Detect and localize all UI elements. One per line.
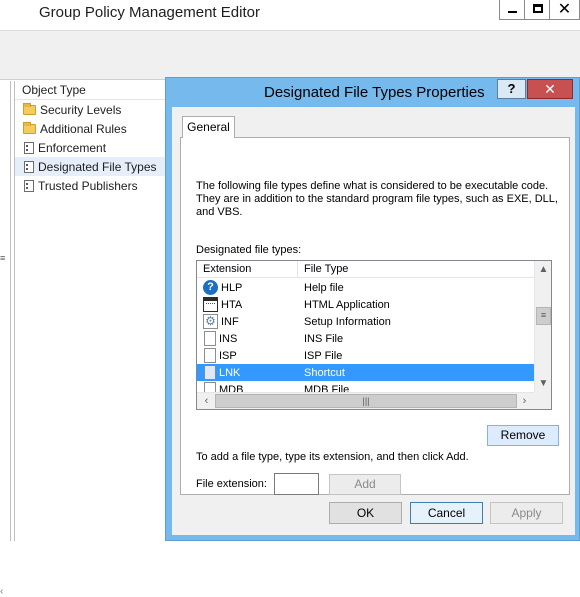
row-file-type: Help file <box>304 281 344 294</box>
row-file-type: HTML Application <box>304 298 390 311</box>
apply-button[interactable]: Apply <box>490 502 563 524</box>
folder-icon <box>23 121 36 134</box>
cancel-button[interactable]: Cancel <box>410 502 483 524</box>
list-item-label: Enforcement <box>38 140 107 155</box>
maximize-icon <box>533 4 543 13</box>
file-extension-label: File extension: <box>196 478 267 490</box>
column-header-file-type[interactable]: File Type <box>298 261 348 277</box>
tab-panel-general: The following file types define what is … <box>180 137 570 495</box>
window-controls: ✕ <box>499 0 580 20</box>
description-text: The following file types define what is … <box>196 180 558 218</box>
list-item-label: Security Levels <box>40 102 122 117</box>
row-extension: LNK <box>219 366 241 379</box>
file-types-listview[interactable]: Extension File Type ? HLP Help file HTA H… <box>196 260 552 410</box>
row-extension: INF <box>221 315 239 328</box>
row-extension: HTA <box>221 298 243 311</box>
horizontal-scroll-thumb[interactable]: ||| <box>215 394 517 408</box>
list-item-enforcement[interactable]: Enforcement <box>15 138 167 157</box>
pane-splitter-grip-icon[interactable]: ≡ <box>0 253 5 263</box>
scroll-right-icon[interactable]: › <box>517 393 532 409</box>
main-titlebar: Group Policy Management Editor ✕ <box>0 0 580 30</box>
column-header-object-type[interactable]: Object Type <box>15 81 167 100</box>
row-file-type: ISP File <box>304 349 343 362</box>
vertical-scroll-thumb[interactable]: ≡ <box>536 307 551 325</box>
toolbar-area <box>0 30 580 80</box>
dialog-title: Designated File Types Properties <box>264 84 485 101</box>
list-item-trusted-publishers[interactable]: Trusted Publishers <box>15 176 167 195</box>
row-extension: INS <box>219 332 238 345</box>
list-item-label: Trusted Publishers <box>38 178 138 193</box>
minimize-icon <box>508 11 517 13</box>
table-row[interactable]: HTA HTML Application <box>197 296 534 313</box>
add-button[interactable]: Add <box>329 474 401 495</box>
dialog-close-button[interactable]: ✕ <box>527 79 573 99</box>
ok-button[interactable]: OK <box>329 502 402 524</box>
blank-file-icon <box>204 331 216 346</box>
dialog-client-area: General The following file types define … <box>172 107 575 535</box>
list-item-additional-rules[interactable]: Additional Rules <box>15 119 167 138</box>
scroll-left-icon[interactable]: ‹ <box>199 393 214 409</box>
window-title: Group Policy Management Editor <box>39 4 260 21</box>
table-row[interactable]: INS INS File <box>197 330 534 347</box>
list-rows: ? HLP Help file HTA HTML Application ⚙ INF… <box>197 279 534 398</box>
blank-file-icon <box>204 348 216 363</box>
table-row[interactable]: ? HLP Help file <box>197 279 534 296</box>
list-item-label: Designated File Types <box>38 159 157 174</box>
table-row-selected[interactable]: LNK Shortcut <box>197 364 534 381</box>
scroll-down-icon[interactable]: ▼ <box>535 375 551 392</box>
list-label: Designated file types: <box>196 244 302 256</box>
close-icon: ✕ <box>557 1 572 18</box>
maximize-button[interactable] <box>524 0 550 20</box>
remove-button[interactable]: Remove <box>487 425 559 446</box>
window-close-button[interactable]: ✕ <box>549 0 580 20</box>
help-file-icon: ? <box>203 280 218 295</box>
console-tree-pane[interactable]: ≡ ‹ <box>0 81 11 597</box>
horizontal-scrollbar[interactable]: ‹ ||| › <box>197 392 534 409</box>
policy-doc-icon <box>24 179 34 192</box>
row-file-type: INS File <box>304 332 344 345</box>
list-item-security-levels[interactable]: Security Levels <box>15 100 167 119</box>
row-extension: HLP <box>221 281 243 294</box>
column-header-extension[interactable]: Extension <box>197 261 298 277</box>
help-button[interactable]: ? <box>497 79 526 99</box>
list-item-label: Additional Rules <box>40 121 127 136</box>
list-item-designated-file-types[interactable]: Designated File Types <box>15 157 167 176</box>
list-header: Extension File Type <box>197 261 534 278</box>
file-extension-input[interactable] <box>274 473 319 495</box>
policy-doc-icon <box>24 141 34 154</box>
add-hint-text: To add a file type, type its extension, … <box>196 451 469 463</box>
properties-dialog: Designated File Types Properties ? ✕ Gen… <box>165 77 580 541</box>
folder-icon <box>23 102 36 115</box>
row-file-type: Shortcut <box>304 366 345 379</box>
tab-general[interactable]: General <box>182 116 235 138</box>
vertical-scrollbar[interactable]: ▲ ≡ ▼ <box>534 261 551 392</box>
shortcut-file-icon <box>204 365 216 380</box>
application-icon <box>203 297 218 312</box>
settings-file-icon: ⚙ <box>203 314 218 329</box>
table-row[interactable]: ⚙ INF Setup Information <box>197 313 534 330</box>
row-file-type: Setup Information <box>304 315 391 328</box>
policy-doc-icon <box>24 160 34 173</box>
scrollbar-corner <box>534 392 551 409</box>
minimize-button[interactable] <box>499 0 525 20</box>
row-extension: ISP <box>219 349 237 362</box>
scroll-left-icon[interactable]: ‹ <box>0 586 3 597</box>
scroll-up-icon[interactable]: ▲ <box>535 261 551 278</box>
details-pane: Object Type Security Levels Additional R… <box>14 81 167 541</box>
table-row[interactable]: ISP ISP File <box>197 347 534 364</box>
